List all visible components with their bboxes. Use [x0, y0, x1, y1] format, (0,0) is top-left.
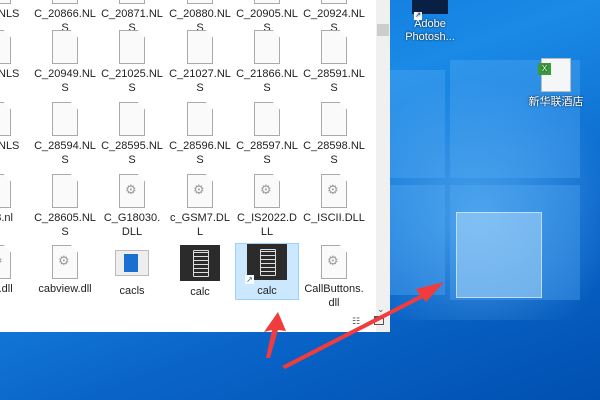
annotation-arrows — [264, 282, 444, 369]
shortcut-arrow-icon: ↗ — [245, 275, 254, 284]
red-arrow-up — [264, 312, 286, 358]
red-arrow-right — [282, 282, 444, 369]
